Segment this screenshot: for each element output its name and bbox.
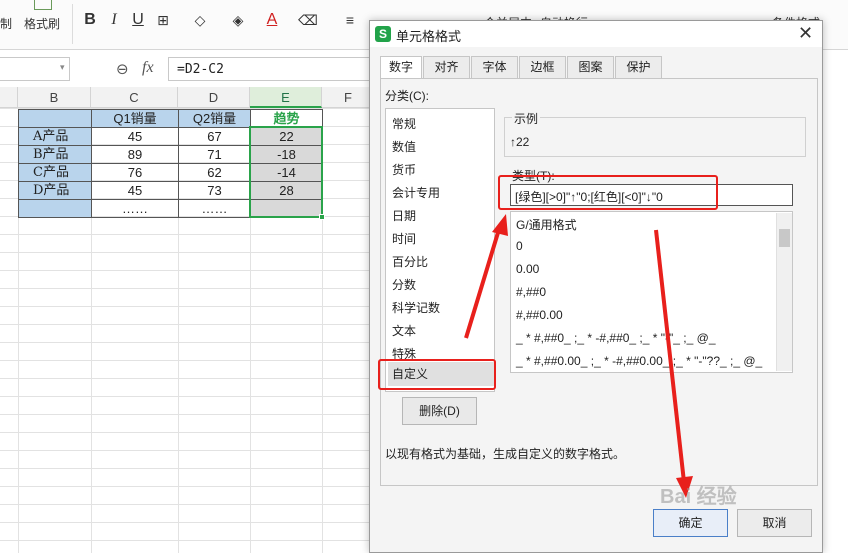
- annotation-arrows: [464, 214, 693, 498]
- arrow-head: [492, 214, 508, 236]
- arrow-to-type-line: [464, 225, 502, 339]
- arrow-to-ok-line: [654, 229, 686, 483]
- watermark: Bai 经验: [660, 486, 737, 508]
